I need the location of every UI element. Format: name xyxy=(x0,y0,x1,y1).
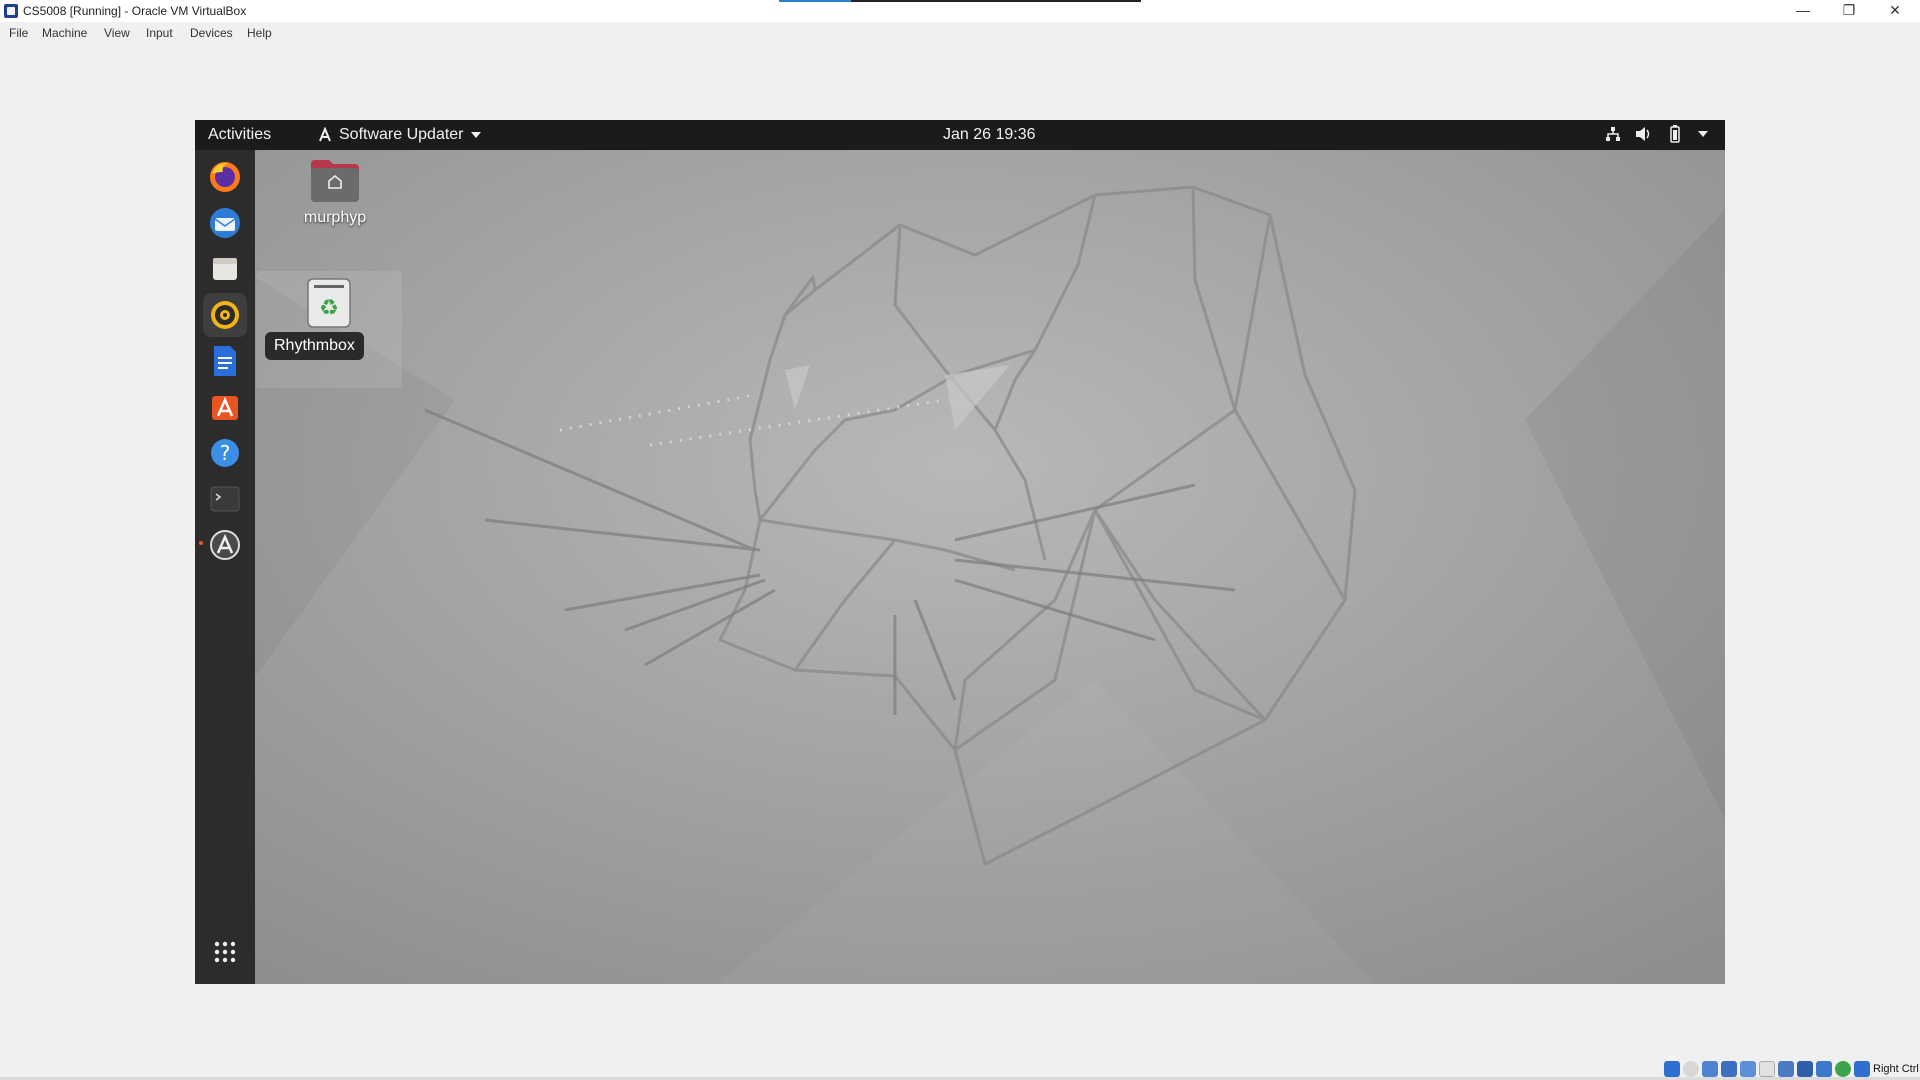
rhythmbox-icon xyxy=(211,301,239,329)
menu-input[interactable]: Input xyxy=(146,26,173,40)
status-indicators xyxy=(1664,1061,1870,1077)
app-menu[interactable]: Software Updater xyxy=(317,126,482,144)
hard-disk-icon[interactable] xyxy=(1664,1061,1680,1077)
network-icon xyxy=(1606,127,1620,141)
network-adapter-icon[interactable] xyxy=(1721,1061,1737,1077)
menu-file[interactable]: File xyxy=(9,26,28,40)
home-folder-label: murphyp xyxy=(303,209,367,226)
chevron-down-icon xyxy=(470,132,481,138)
activities-button[interactable]: Activities xyxy=(208,126,271,144)
mouse-integration-icon[interactable] xyxy=(1854,1061,1870,1077)
svg-text:♻: ♻ xyxy=(319,296,339,321)
audio-icon[interactable] xyxy=(1702,1061,1718,1077)
menu-machine[interactable]: Machine xyxy=(42,26,87,40)
desktop-trash[interactable]: ♻ xyxy=(256,271,402,388)
help-icon: ? xyxy=(211,439,239,467)
window-titlebar: CS5008 [Running] - Oracle VM VirtualBox … xyxy=(0,0,1920,22)
dock-rhythmbox[interactable] xyxy=(203,293,247,337)
menu-view[interactable]: View xyxy=(104,26,130,40)
virtualization-icon[interactable] xyxy=(1816,1061,1832,1077)
writer-icon xyxy=(214,346,236,376)
host-key-label: Right Ctrl xyxy=(1873,1063,1919,1075)
optical-drive-icon[interactable] xyxy=(1683,1061,1699,1077)
recording-icon[interactable] xyxy=(1797,1061,1813,1077)
dock-writer[interactable] xyxy=(203,339,247,383)
menubar: File Machine View Input Devices Help xyxy=(0,22,1920,44)
dock-software-updater[interactable] xyxy=(203,523,247,567)
ubuntu-software-icon xyxy=(212,396,238,420)
usb-icon[interactable] xyxy=(1740,1061,1756,1077)
dock-help[interactable]: ? xyxy=(203,431,247,475)
dock-files[interactable] xyxy=(203,247,247,291)
system-tray[interactable] xyxy=(1605,125,1709,143)
svg-text:?: ? xyxy=(220,441,231,465)
battery-icon xyxy=(1670,125,1680,143)
home-folder-icon xyxy=(311,160,359,202)
thunderbird-icon xyxy=(210,208,240,238)
files-icon xyxy=(213,258,237,280)
menu-help[interactable]: Help xyxy=(247,26,272,40)
volume-icon xyxy=(1636,127,1650,141)
activity-progress-bar xyxy=(779,0,1141,2)
dock-firefox[interactable] xyxy=(203,155,247,199)
desktop-home-folder[interactable]: murphyp xyxy=(290,158,380,227)
display-icon[interactable] xyxy=(1778,1061,1794,1077)
cpu-activity-icon[interactable] xyxy=(1835,1061,1851,1077)
dock-terminal[interactable] xyxy=(203,477,247,521)
close-button[interactable]: ✕ xyxy=(1872,0,1918,22)
dock-ubuntu-software[interactable] xyxy=(203,385,247,429)
virtualbox-icon xyxy=(4,4,18,18)
shared-folders-icon[interactable] xyxy=(1759,1061,1775,1077)
trash-icon: ♻ xyxy=(307,278,351,328)
gnome-top-bar: Activities Software Updater Jan 26 19:36 xyxy=(195,120,1725,150)
maximize-button[interactable]: ❐ xyxy=(1826,0,1872,22)
window-title: CS5008 [Running] - Oracle VM VirtualBox xyxy=(23,4,247,18)
software-updater-icon xyxy=(210,530,240,560)
guest-screen[interactable]: Activities Software Updater Jan 26 19:36 xyxy=(195,120,1725,984)
menu-devices[interactable]: Devices xyxy=(190,26,233,40)
terminal-icon xyxy=(210,486,240,512)
dock: ? xyxy=(195,150,255,984)
wallpaper xyxy=(195,120,1725,984)
dock-tooltip: Rhythmbox xyxy=(265,332,364,360)
minimize-button[interactable]: — xyxy=(1780,0,1826,22)
software-updater-small-icon xyxy=(319,127,331,142)
app-menu-label: Software Updater xyxy=(339,126,464,143)
firefox-icon xyxy=(210,162,240,192)
system-menu-chevron-icon xyxy=(1698,131,1708,137)
clock[interactable]: Jan 26 19:36 xyxy=(943,126,1036,144)
app-grid-icon xyxy=(214,941,236,963)
show-applications-button[interactable] xyxy=(203,930,247,974)
dock-thunderbird[interactable] xyxy=(203,201,247,245)
